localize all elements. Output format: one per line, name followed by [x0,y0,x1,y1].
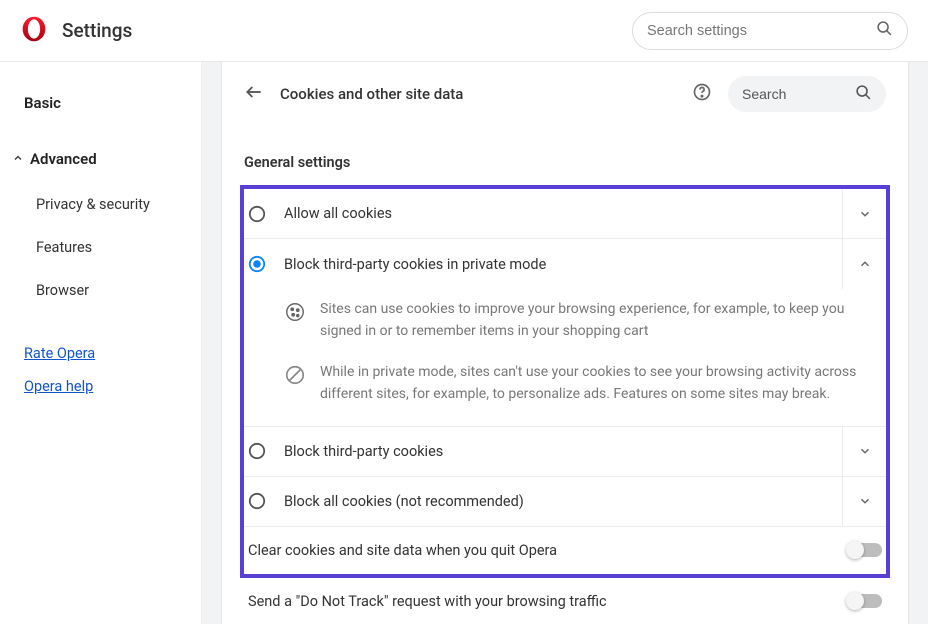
content-card: Cookies and other site data [221,62,909,624]
page-title: Cookies and other site data [280,85,676,103]
radio-unchecked-icon[interactable] [248,442,266,460]
option-allow-all[interactable]: Allow all cookies [244,189,886,239]
expand-button[interactable] [842,477,886,526]
section-search[interactable] [728,76,886,112]
chevron-down-icon [858,444,872,458]
option-label: Block third-party cookies in private mod… [284,256,824,273]
section-search-input[interactable] [742,86,845,102]
search-icon [876,20,893,41]
app-title: Settings [62,19,132,42]
link-rate-opera[interactable]: Rate Opera [0,337,201,370]
global-search[interactable] [632,12,908,50]
option-block-3p-private[interactable]: Block third-party cookies in private mod… [244,239,886,289]
collapse-button[interactable] [842,239,886,289]
back-arrow-icon[interactable] [244,82,264,106]
search-icon [855,84,872,105]
chevron-up-icon [858,257,872,271]
chevron-up-icon [12,150,24,168]
clear-on-quit-label: Clear cookies and site data when you qui… [248,542,830,559]
cookie-icon [284,301,306,323]
info-text: Sites can use cookies to improve your br… [320,299,882,342]
clear-on-quit-row: Clear cookies and site data when you qui… [244,527,886,574]
option-label: Block all cookies (not recommended) [284,493,824,510]
option-block-all[interactable]: Block all cookies (not recommended) [244,477,886,527]
sidebar-item-advanced[interactable]: Advanced [0,140,201,178]
link-opera-help[interactable]: Opera help [0,370,201,403]
cookie-options-highlight: Allow all cookies Block third-part [240,185,890,578]
sidebar-item-browser[interactable]: Browser [0,272,201,309]
help-icon[interactable] [692,82,712,106]
sidebar: Basic Advanced Privacy & security Featur… [0,62,202,624]
option-details: Sites can use cookies to improve your br… [244,289,886,427]
sidebar-item-features[interactable]: Features [0,229,201,266]
sidebar-item-privacy[interactable]: Privacy & security [0,186,201,223]
app-header: Settings [0,0,928,62]
option-block-3p[interactable]: Block third-party cookies [244,427,886,477]
block-icon [284,364,306,386]
option-label: Allow all cookies [284,205,824,222]
info-text: While in private mode, sites can't use y… [320,362,882,405]
expand-button[interactable] [842,427,886,476]
expand-button[interactable] [842,189,886,238]
option-label: Block third-party cookies [284,443,824,460]
chevron-down-icon [858,207,872,221]
section-subhead: General settings [244,126,886,185]
sidebar-advanced-label: Advanced [30,150,97,168]
radio-checked-icon[interactable] [248,255,266,273]
sidebar-item-basic[interactable]: Basic [0,84,201,122]
clear-on-quit-toggle[interactable] [848,543,882,557]
dnt-label: Send a "Do Not Track" request with your … [248,593,830,610]
opera-logo-icon [20,15,48,47]
radio-unchecked-icon[interactable] [248,492,266,510]
global-search-input[interactable] [647,23,868,39]
dnt-toggle[interactable] [848,594,882,608]
chevron-down-icon [858,494,872,508]
dnt-row: Send a "Do Not Track" request with your … [244,578,886,624]
radio-unchecked-icon[interactable] [248,205,266,223]
